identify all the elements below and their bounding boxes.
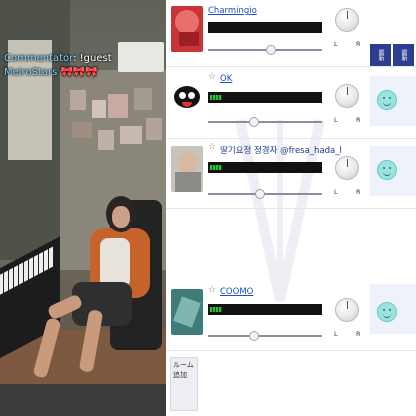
volume-meter (208, 304, 322, 315)
volume-meter (208, 162, 322, 173)
volume-meter (208, 22, 322, 33)
slider-handle[interactable] (249, 117, 259, 127)
pan-knob[interactable] (335, 298, 359, 322)
pan-left-label: L (334, 188, 338, 196)
pan-right-label: R (356, 116, 361, 124)
slider-handle[interactable] (255, 189, 265, 199)
participant-name[interactable]: COOMO (220, 287, 253, 297)
volume-slider[interactable] (208, 49, 322, 51)
side-tabs: 最新 最新 (370, 44, 416, 66)
tab-latest-2[interactable]: 最新 (393, 44, 414, 66)
tab-latest-1[interactable]: 最新 (370, 44, 391, 66)
volume-slider[interactable] (208, 193, 322, 195)
favorite-star-icon[interactable]: ☆ (208, 72, 216, 82)
volume-meter (208, 92, 322, 103)
smiley-face-icon[interactable] (377, 90, 397, 110)
pan-knob[interactable] (335, 156, 359, 180)
smiley-face-icon[interactable] (377, 160, 397, 180)
pan-left-label: L (334, 330, 338, 338)
pan-knob[interactable] (335, 8, 359, 32)
heart-emoji-icon: 🎀🎀🎀 (60, 67, 98, 78)
chat-overlay: Commentator: !guest MeiroStars 🎀🎀🎀 (4, 52, 164, 80)
favorite-star-icon[interactable]: ☆ (208, 142, 216, 152)
pan-right-label: R (356, 188, 361, 196)
volume-slider[interactable] (208, 121, 322, 123)
slider-handle[interactable] (249, 331, 259, 341)
avatar[interactable] (171, 6, 203, 52)
chat-line: MeiroStars 🎀🎀🎀 (4, 67, 98, 78)
participant-name[interactable]: 딸기요정 정경자 @fresa_hada_l (220, 144, 342, 156)
avatar[interactable] (171, 146, 203, 192)
stream-video: Commentator: !guest MeiroStars 🎀🎀🎀 (0, 0, 166, 416)
add-room-button[interactable]: ルーム 追加 (170, 357, 198, 411)
pan-left-label: L (334, 116, 338, 124)
participant-name[interactable]: Charmingio (208, 6, 257, 16)
pan-left-label: L (334, 40, 338, 48)
pan-knob[interactable] (335, 84, 359, 108)
pan-right-label: R (356, 40, 361, 48)
volume-slider[interactable] (208, 335, 322, 337)
favorite-star-icon[interactable]: ☆ (208, 285, 216, 295)
chat-line: Commentator: !guest (4, 53, 112, 64)
slider-handle[interactable] (266, 45, 276, 55)
avatar[interactable] (171, 76, 203, 122)
smiley-face-icon[interactable] (377, 302, 397, 322)
participant-name[interactable]: OK (220, 74, 232, 84)
avatar[interactable] (171, 289, 203, 335)
pan-right-label: R (356, 330, 361, 338)
background-logo-icon (235, 118, 325, 302)
